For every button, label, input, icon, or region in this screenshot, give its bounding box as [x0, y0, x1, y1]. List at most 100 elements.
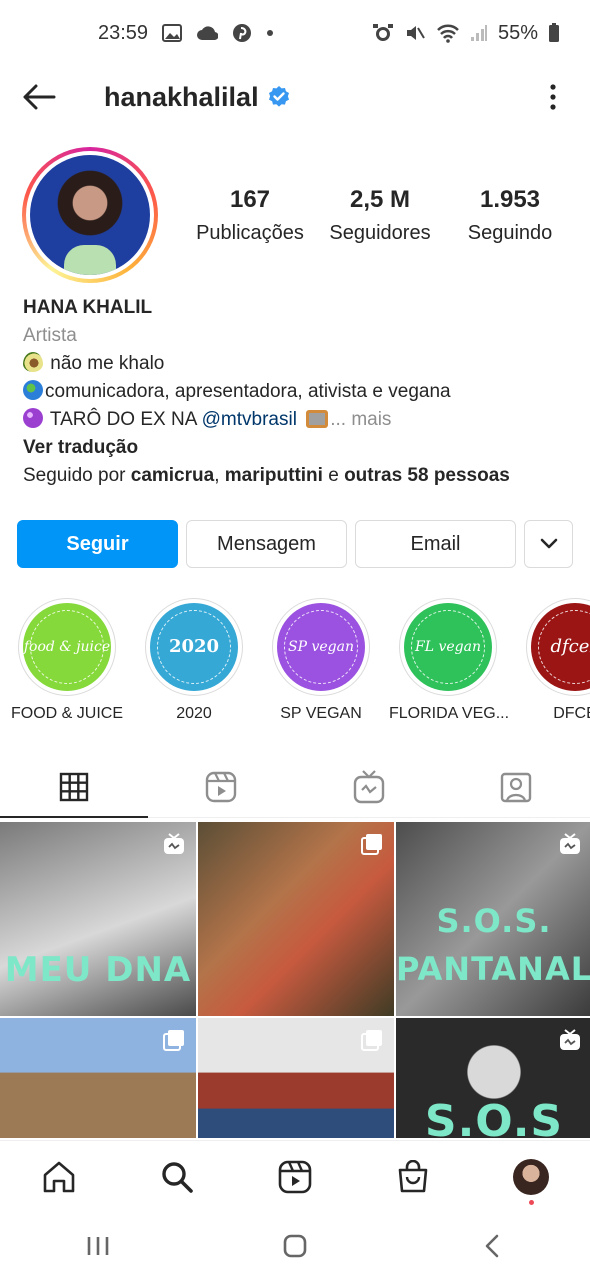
nav-search-button[interactable] — [147, 1147, 207, 1207]
wifi-icon — [436, 23, 460, 43]
status-bar: 23:59 55% — [0, 0, 590, 66]
grid-icon — [59, 772, 88, 801]
message-button[interactable]: Mensagem — [186, 520, 347, 568]
nav-shop-button[interactable] — [383, 1147, 443, 1207]
highlight-cover: dfcex — [531, 603, 590, 691]
stat-value: 2,5 M — [349, 185, 411, 213]
nav-home-button[interactable] — [29, 1147, 89, 1207]
profile-stats: 167 Publicações 2,5 M Seguidores 1.953 S… — [188, 186, 572, 245]
tab-posts-grid[interactable] — [0, 756, 148, 818]
back-system-button[interactable] — [462, 1221, 522, 1271]
post-thumbnail[interactable]: MEU DNA — [0, 822, 196, 1016]
post-thumbnail[interactable] — [198, 822, 394, 1016]
followed-by[interactable]: Seguido por camicrua, mariputtini e outr… — [23, 462, 573, 490]
igtv-badge-icon — [558, 832, 582, 856]
tab-tagged[interactable] — [443, 756, 590, 817]
highlight-label: FOOD & JUICE — [10, 705, 123, 722]
home-icon — [43, 1161, 75, 1192]
alarm-icon — [372, 22, 394, 44]
stat-posts[interactable]: 167 Publicações — [188, 186, 312, 245]
chevron-down-icon — [540, 538, 557, 549]
tagged-user-icon — [501, 772, 532, 802]
verified-badge-icon — [267, 85, 291, 109]
gallery-icon — [162, 24, 183, 42]
stat-value: 1.953 — [479, 185, 541, 213]
back-button[interactable] — [22, 77, 62, 117]
reels-icon — [278, 1160, 312, 1193]
stat-label: Seguindo — [467, 221, 553, 244]
highlight-item[interactable]: FL vegan FLORIDA VEG... — [389, 598, 510, 723]
suggestions-dropdown-button[interactable] — [524, 520, 573, 568]
status-time: 23:59 — [98, 21, 149, 44]
highlight-item[interactable]: 2020 2020 — [135, 598, 253, 723]
highlight-label: SP VEGAN — [280, 705, 362, 722]
tab-igtv[interactable] — [295, 756, 443, 817]
cloud-icon — [196, 25, 219, 41]
email-button[interactable]: Email — [355, 520, 516, 568]
back-arrow-icon — [23, 84, 56, 110]
battery-icon — [548, 23, 560, 43]
bio-line: TARÔ DO EX NA @mtvbrasil ... mais — [23, 406, 573, 434]
home-square-icon — [283, 1234, 307, 1258]
crystal-ball-icon — [23, 408, 43, 428]
stat-followers[interactable]: 2,5 M Seguidores — [318, 186, 442, 245]
post-thumbnail[interactable] — [198, 1018, 394, 1138]
nav-profile-button[interactable] — [501, 1147, 561, 1207]
post-caption: S.O.S — [424, 1096, 564, 1138]
highlight-item[interactable]: SP vegan SP VEGAN — [262, 598, 380, 723]
profile-avatar-small — [513, 1158, 549, 1195]
bio-line: comunicadora, apresentadora, ativista e … — [23, 378, 573, 406]
stat-label: Publicações — [196, 221, 304, 244]
profile-tabs — [0, 756, 590, 818]
post-caption: S.O.S. — [436, 902, 552, 940]
highlight-label: DFCE — [553, 705, 590, 722]
posts-grid: MEU DNA S.O.S. PANTANAL S.O.S — [0, 822, 590, 1138]
profile-actions: Seguir Mensagem Email — [17, 520, 573, 568]
carousel-badge-icon — [162, 1028, 186, 1052]
pinterest-icon — [232, 23, 252, 43]
recent-apps-button[interactable] — [68, 1221, 128, 1271]
home-system-button[interactable] — [265, 1221, 325, 1271]
highlight-item[interactable]: dfcex DFCE — [516, 598, 590, 723]
highlight-item[interactable]: food & juice FOOD & JUICE — [8, 598, 126, 723]
stat-following[interactable]: 1.953 Seguindo — [448, 186, 572, 245]
profile-bio: HANA KHALIL Artista não me khalo comunic… — [23, 294, 573, 490]
highlight-cover: SP vegan — [277, 603, 365, 691]
highlight-cover: FL vegan — [404, 603, 492, 691]
post-thumbnail[interactable] — [0, 1018, 196, 1138]
profile-summary: 167 Publicações 2,5 M Seguidores 1.953 S… — [22, 146, 572, 284]
bio-line: não me khalo — [23, 350, 573, 378]
more-options-button[interactable] — [538, 77, 568, 117]
highlight-label: FLORIDA VEG... — [389, 705, 510, 722]
avocado-icon — [23, 352, 43, 372]
post-thumbnail[interactable]: S.O.S. PANTANAL — [396, 822, 590, 1016]
profile-username: hanakhalilal — [104, 81, 259, 112]
profile-avatar[interactable] — [22, 147, 158, 283]
more-vertical-icon — [550, 84, 556, 110]
carousel-badge-icon — [360, 832, 384, 856]
globe-icon — [23, 380, 43, 400]
tv-icon — [306, 410, 329, 428]
recent-apps-icon — [88, 1237, 109, 1255]
highlight-label: 2020 — [176, 705, 212, 722]
bio-more-link[interactable]: ... mais — [330, 409, 391, 430]
highlight-cover: food & juice — [23, 603, 111, 691]
battery-percent: 55% — [497, 21, 538, 44]
bio-mention-link[interactable]: @mtvbrasil — [202, 409, 297, 430]
profile-name: HANA KHALIL — [23, 297, 153, 318]
shopping-bag-icon — [398, 1159, 428, 1192]
android-system-navigation — [0, 1212, 590, 1280]
notification-dot — [529, 1199, 534, 1205]
nav-reels-button[interactable] — [265, 1147, 325, 1207]
post-caption: PANTANAL — [396, 950, 590, 988]
follow-button[interactable]: Seguir — [17, 520, 178, 568]
tab-reels[interactable] — [148, 756, 296, 817]
post-thumbnail[interactable]: S.O.S — [396, 1018, 590, 1138]
igtv-icon — [353, 769, 384, 803]
reels-icon — [206, 771, 237, 802]
translate-link[interactable]: Ver tradução — [23, 434, 573, 462]
profile-category: Artista — [23, 325, 77, 346]
profile-header: hanakhalilal — [0, 66, 590, 128]
mute-icon — [404, 22, 426, 44]
story-highlights: food & juice FOOD & JUICE 2020 2020 SP v… — [0, 598, 590, 728]
